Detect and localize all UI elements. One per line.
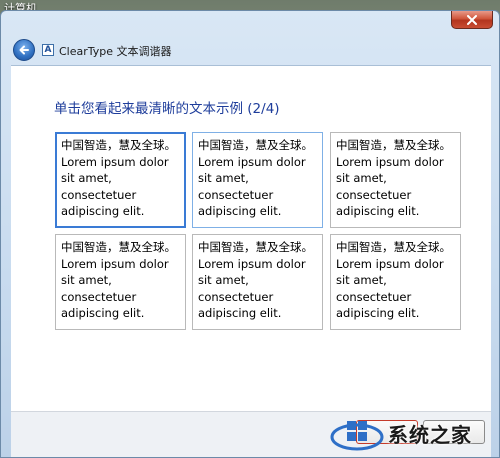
text-sample-3[interactable]: 中国智造，慧及全球。 Lorem ipsum dolor sit amet, c…	[330, 132, 461, 228]
close-icon	[467, 14, 477, 25]
instruction-text: 单击您看起来最清晰的文本示例 (2/4)	[54, 101, 280, 117]
close-button[interactable]	[451, 11, 493, 29]
text-sample-5[interactable]: 中国智造，慧及全球。 Lorem ipsum dolor sit amet, c…	[192, 234, 323, 330]
text-sample-1[interactable]: 中国智造，慧及全球。 Lorem ipsum dolor sit amet, c…	[55, 132, 186, 228]
cleartype-window: A ClearType 文本调谐器 单击您看起来最清晰的文本示例 (2/4) 中…	[0, 10, 500, 458]
text-sample-4[interactable]: 中国智造，慧及全球。 Lorem ipsum dolor sit amet, c…	[55, 234, 186, 330]
watermark: 系统之家	[330, 410, 498, 456]
back-button[interactable]	[13, 39, 35, 61]
back-arrow-icon	[19, 45, 29, 55]
watermark-logo-icon	[330, 421, 384, 451]
text-sample-6[interactable]: 中国智造，慧及全球。 Lorem ipsum dolor sit amet, c…	[330, 234, 461, 330]
window-title: ClearType 文本调谐器	[59, 45, 172, 58]
text-sample-2[interactable]: 中国智造，慧及全球。 Lorem ipsum dolor sit amet, c…	[192, 132, 323, 228]
watermark-text: 系统之家	[388, 422, 472, 447]
cleartype-app-icon: A	[42, 44, 54, 56]
content-pane: 单击您看起来最清晰的文本示例 (2/4) 中国智造，慧及全球。 Lorem ip…	[11, 65, 491, 412]
